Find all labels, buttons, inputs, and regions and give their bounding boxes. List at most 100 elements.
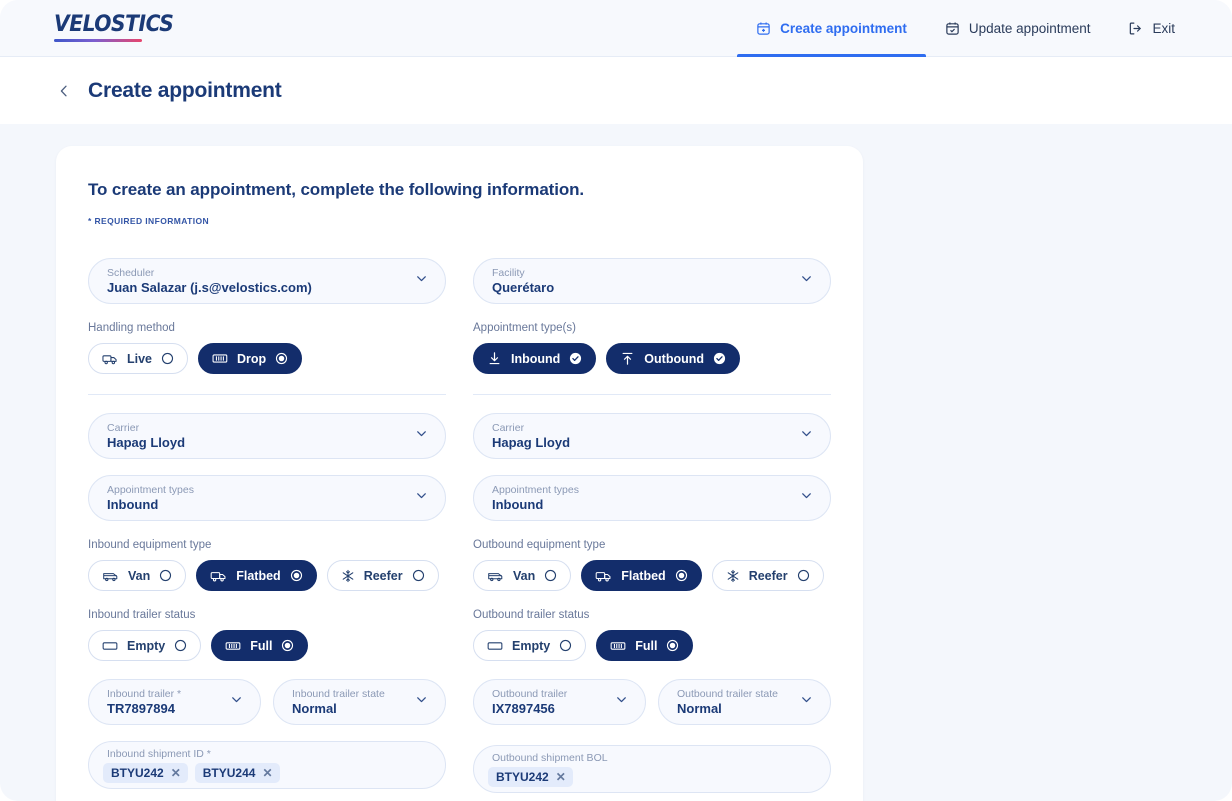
- inbound-carrier-select[interactable]: Carrier Hapag Lloyd: [88, 413, 446, 459]
- chip[interactable]: BTYU242 ✕: [488, 766, 573, 787]
- full-trailer-icon: [225, 640, 241, 652]
- container-icon: [212, 352, 228, 365]
- inbound-appointment-types-select[interactable]: Appointment types Inbound: [88, 475, 446, 521]
- chevron-left-icon[interactable]: [56, 83, 72, 99]
- outbound-trailer-select[interactable]: Outbound trailer IX7897456: [473, 679, 646, 725]
- chevron-down-icon: [229, 692, 244, 712]
- radio-unselected-icon: [559, 639, 572, 652]
- scheduler-select[interactable]: Scheduler Juan Salazar (j.s@velostics.co…: [88, 258, 446, 304]
- logo-text: VELOSTICS: [54, 12, 174, 37]
- outbound-trailer-status-option-full[interactable]: Full: [596, 630, 694, 661]
- outbound-equipment-option-flatbed[interactable]: Flatbed: [581, 560, 702, 591]
- outbound-equipment-option-van[interactable]: Van: [473, 560, 572, 591]
- nav-exit-label: Exit: [1152, 20, 1175, 36]
- appointment-type-option-outbound[interactable]: Outbound: [606, 343, 740, 374]
- chevron-down-icon: [414, 271, 429, 291]
- outbound-appointment-types-select[interactable]: Appointment types Inbound: [473, 475, 831, 521]
- left-divider: [88, 394, 446, 395]
- inbound-equipment-type-label: Inbound equipment type: [88, 539, 212, 551]
- chip-remove-icon[interactable]: ✕: [556, 771, 566, 783]
- chevron-down-icon: [799, 271, 814, 291]
- outbound-shipment-bol-label: Outbound shipment BOL: [492, 751, 608, 764]
- chip-label: BTYU242: [496, 769, 549, 784]
- handling-method-option-live[interactable]: Live: [88, 343, 189, 374]
- inbound-column: Scheduler Juan Salazar (j.s@velostics.co…: [88, 238, 446, 801]
- outbound-trailer-status-label: Outbound trailer status: [473, 609, 590, 621]
- chevron-down-icon: [414, 488, 429, 508]
- inbound-appointment-types-label: Appointment types: [107, 483, 194, 496]
- inbound-equipment-option-flatbed-label: Flatbed: [236, 568, 281, 583]
- calendar-check-icon: [945, 21, 960, 36]
- inbound-trailer-status-options: Empty Full: [88, 630, 446, 661]
- handling-method-option-drop[interactable]: Drop: [198, 343, 303, 374]
- radio-unselected-icon: [161, 352, 174, 365]
- outbound-appointment-types-label: Appointment types: [492, 483, 579, 496]
- inbound-shipment-id-field[interactable]: Inbound shipment ID * BTYU242 ✕ BTYU244 …: [88, 741, 446, 789]
- chevron-down-icon: [799, 692, 814, 712]
- inbound-trailer-status-option-full[interactable]: Full: [211, 630, 309, 661]
- outbound-shipment-bol-field[interactable]: Outbound shipment BOL BTYU242 ✕: [473, 745, 831, 793]
- snowflake-icon: [726, 569, 740, 583]
- outbound-carrier-value: Hapag Lloyd: [492, 434, 571, 450]
- appointment-types-group-label: Appointment type(s): [473, 322, 576, 334]
- appointment-type-option-inbound[interactable]: Inbound: [473, 343, 597, 374]
- chip-label: BTYU244: [202, 765, 256, 780]
- chip-label: BTYU242: [111, 765, 164, 780]
- inbound-trailer-status-option-empty-label: Empty: [127, 638, 166, 653]
- logo-underline-gradient: [54, 39, 142, 42]
- nav-create-appointment[interactable]: Create appointment: [737, 0, 926, 57]
- inbound-trailer-status-label: Inbound trailer status: [88, 609, 196, 621]
- handling-method-option-drop-label: Drop: [237, 351, 267, 366]
- radio-unselected-icon: [544, 569, 557, 582]
- inbound-equipment-type-options: Van Flatbed Reefer: [88, 560, 446, 591]
- chip-remove-icon[interactable]: ✕: [171, 767, 181, 779]
- inbound-equipment-option-reefer-label: Reefer: [363, 568, 403, 583]
- form-heading: To create an appointment, complete the f…: [88, 180, 585, 199]
- outbound-equipment-option-van-label: Van: [513, 568, 536, 583]
- outbound-trailer-status-option-empty[interactable]: Empty: [473, 630, 587, 661]
- inbound-equipment-option-van[interactable]: Van: [88, 560, 187, 591]
- facility-select[interactable]: Facility Querétaro: [473, 258, 831, 304]
- outbound-trailer-state-value: Normal: [677, 700, 722, 716]
- appointment-types-options: Inbound Outbound: [473, 343, 831, 374]
- inbound-equipment-option-reefer[interactable]: Reefer: [326, 560, 439, 591]
- nav-exit[interactable]: Exit: [1109, 0, 1194, 57]
- radio-unselected-icon: [797, 569, 810, 582]
- inbound-trailer-state-label: Inbound trailer state: [292, 687, 385, 700]
- inbound-equipment-option-van-label: Van: [128, 568, 151, 583]
- chip[interactable]: BTYU244 ✕: [194, 762, 280, 783]
- outbound-equipment-option-reefer-label: Reefer: [748, 568, 788, 583]
- arrow-down-to-line-icon: [487, 351, 502, 366]
- inbound-trailer-row: Inbound trailer * TR7897894 Inbound trai…: [88, 679, 446, 725]
- truck-icon: [102, 352, 118, 366]
- inbound-trailer-state-select[interactable]: Inbound trailer state Normal: [273, 679, 446, 725]
- inbound-trailer-select[interactable]: Inbound trailer * TR7897894: [88, 679, 261, 725]
- full-trailer-icon: [610, 640, 626, 652]
- page-header: Create appointment: [0, 57, 1232, 124]
- flatbed-icon: [595, 569, 612, 583]
- handling-method-options: Live Drop: [88, 343, 446, 374]
- outbound-carrier-select[interactable]: Carrier Hapag Lloyd: [473, 413, 831, 459]
- outbound-equipment-type-label: Outbound equipment type: [473, 539, 606, 551]
- chevron-down-icon: [799, 426, 814, 446]
- right-divider: [473, 394, 831, 395]
- outbound-trailer-value: IX7897456: [492, 700, 555, 716]
- nav-update-appointment[interactable]: Update appointment: [926, 0, 1110, 57]
- outbound-shipment-bol-chips: BTYU242 ✕: [488, 766, 812, 787]
- outbound-equipment-option-flatbed-label: Flatbed: [621, 568, 666, 583]
- outbound-column: Facility Querétaro Appointment type(s) I…: [473, 238, 831, 801]
- inbound-carrier-label: Carrier: [107, 421, 140, 434]
- inbound-trailer-status-option-empty[interactable]: Empty: [88, 630, 202, 661]
- top-navigation-bar: VELOSTICS Create appointment Update appo…: [0, 0, 1232, 57]
- outbound-trailer-status-options: Empty Full: [473, 630, 831, 661]
- inbound-equipment-option-flatbed[interactable]: Flatbed: [196, 560, 317, 591]
- chip-remove-icon[interactable]: ✕: [262, 767, 272, 779]
- outbound-equipment-option-reefer[interactable]: Reefer: [711, 560, 824, 591]
- flatbed-icon: [210, 569, 227, 583]
- velostics-logo[interactable]: VELOSTICS: [54, 14, 184, 42]
- appointment-type-option-inbound-label: Inbound: [511, 351, 561, 366]
- outbound-trailer-row: Outbound trailer IX7897456 Outbound trai…: [473, 679, 831, 725]
- outbound-trailer-state-select[interactable]: Outbound trailer state Normal: [658, 679, 831, 725]
- handling-method-label: Handling method: [88, 322, 175, 334]
- chip[interactable]: BTYU242 ✕: [103, 762, 188, 783]
